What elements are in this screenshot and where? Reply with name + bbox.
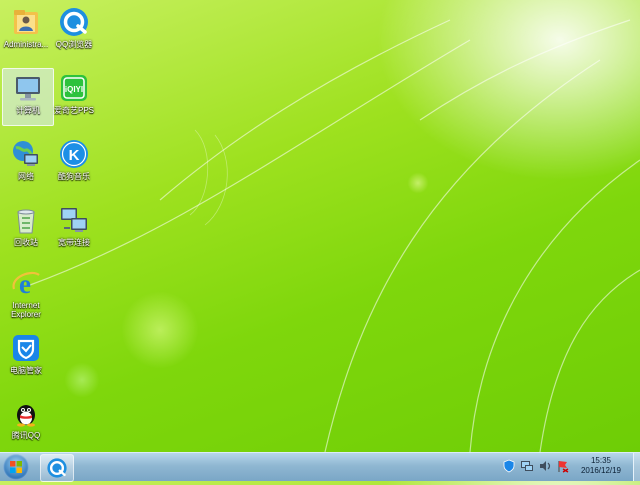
desktop-icon-kugou[interactable]: K 酷狗音乐	[48, 134, 100, 192]
user-folder-icon	[14, 10, 38, 34]
clock-date: 2016/12/19	[580, 466, 622, 475]
clock[interactable]: 15:35 2016/12/19	[572, 456, 630, 476]
desktop-icon-computer[interactable]: 计算机	[2, 68, 54, 126]
kugou-music-icon: K	[60, 140, 88, 168]
taskbar: 15:35 2016/12/19	[0, 452, 640, 482]
desktop-icon-pc-manager[interactable]: 电脑管家	[0, 328, 52, 386]
desktop-icon-administrator[interactable]: Administra...	[0, 2, 52, 60]
desktop-icon-label: Internet Explorer	[11, 301, 41, 319]
computer-icon	[16, 77, 40, 101]
desktop-icon-internet-explorer[interactable]: e Internet Explorer	[0, 263, 52, 325]
desktop-icon-label: QQ浏览器	[55, 40, 93, 49]
taskbar-qq-browser-button[interactable]	[40, 454, 74, 482]
desktop-icon-network[interactable]: 网络	[0, 134, 52, 192]
qq-browser-icon	[47, 458, 67, 478]
internet-explorer-icon: e	[12, 269, 40, 299]
show-desktop-button[interactable]	[633, 453, 640, 481]
pc-manager-icon	[13, 335, 39, 361]
broadband-connection-icon	[61, 208, 87, 232]
desktop-icon-label: 腾讯QQ	[11, 431, 41, 440]
network-icon	[13, 141, 38, 166]
windows-start-icon	[10, 461, 22, 473]
clock-time: 15:35	[590, 456, 612, 465]
network-tray-icon[interactable]	[520, 459, 534, 473]
system-tray	[502, 459, 570, 473]
flag-icon[interactable]	[556, 459, 570, 473]
desktop-icon-recycle-bin[interactable]: 回收站	[0, 200, 52, 258]
svg-text:K: K	[69, 147, 80, 164]
desktop-icon-label: 宽带连接	[58, 238, 90, 247]
desktop-icon-broadband[interactable]: 宽带连接	[48, 200, 100, 258]
desktop: Administra... QQ浏览器 计算机 iQIYI 爱奇艺PPS 网络 …	[0, 0, 640, 452]
desktop-icon-label: 酷狗音乐	[58, 172, 90, 181]
qq-browser-icon	[60, 8, 88, 36]
tencent-qq-icon	[17, 405, 35, 427]
start-button[interactable]	[3, 454, 29, 480]
desktop-icon-tencent-qq[interactable]: 腾讯QQ	[0, 393, 52, 451]
desktop-icon-qq-browser[interactable]: QQ浏览器	[48, 2, 100, 60]
volume-icon[interactable]	[538, 459, 552, 473]
desktop-icon-label: 电脑管家	[10, 366, 42, 375]
security-shield-icon[interactable]	[502, 459, 516, 473]
iqiyi-icon: iQIYI	[61, 75, 87, 101]
desktop-icon-label: 爱奇艺PPS	[53, 106, 94, 115]
desktop-icon-iqiyi-pps[interactable]: iQIYI 爱奇艺PPS	[48, 68, 100, 126]
recycle-bin-icon	[17, 209, 35, 234]
svg-text:iQIYI: iQIYI	[65, 85, 83, 94]
